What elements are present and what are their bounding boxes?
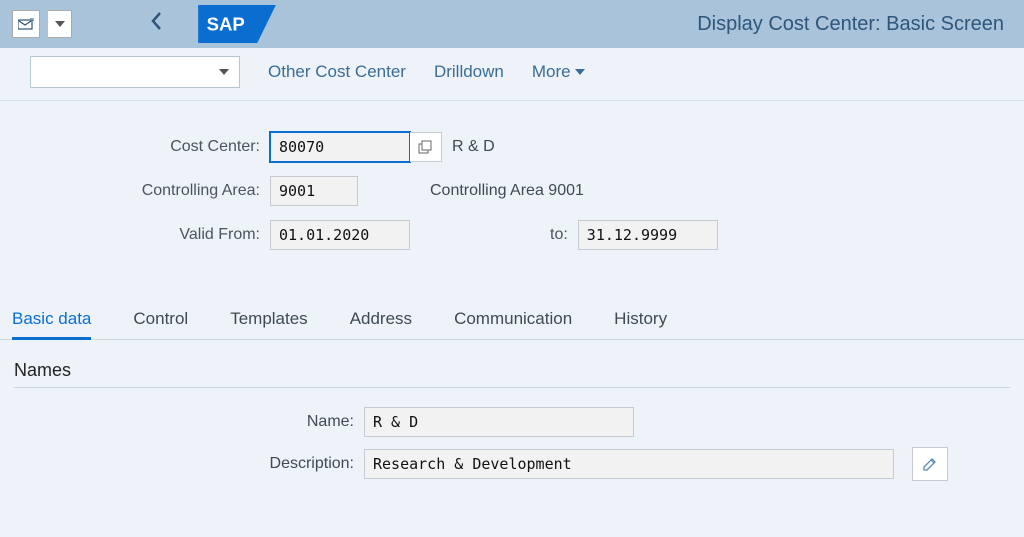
form-area: Cost Center: 80070 R & D Controlling Are… xyxy=(0,101,1024,273)
svg-text:SAP: SAP xyxy=(207,13,245,34)
edit-description-button[interactable] xyxy=(912,447,948,481)
label-valid-to: to: xyxy=(410,226,578,244)
drilldown-link[interactable]: Drilldown xyxy=(434,62,504,82)
text-cost-center: R & D xyxy=(442,138,495,156)
row-controlling-area: Controlling Area: 9001 Controlling Area … xyxy=(30,175,994,207)
label-controlling-area: Controlling Area: xyxy=(30,182,270,200)
input-controlling-area[interactable]: 9001 xyxy=(270,176,358,206)
header-bar: SAP Display Cost Center: Basic Screen xyxy=(0,0,1024,48)
value-help-icon xyxy=(418,140,433,155)
chevron-down-icon xyxy=(575,69,585,75)
label-valid-from: Valid From: xyxy=(30,226,270,244)
page-title: Display Cost Center: Basic Screen xyxy=(697,13,1012,36)
tab-basic-data[interactable]: Basic data xyxy=(12,299,91,339)
tab-history[interactable]: History xyxy=(614,299,667,339)
row-description: Description: Research & Development xyxy=(14,448,1010,480)
value-help-cost-center[interactable] xyxy=(410,132,442,162)
tab-control[interactable]: Control xyxy=(133,299,188,339)
more-menu[interactable]: More xyxy=(532,62,585,82)
input-valid-from[interactable]: 01.01.2020 xyxy=(270,220,410,250)
other-cost-center-link[interactable]: Other Cost Center xyxy=(268,62,406,82)
context-dropdown[interactable] xyxy=(30,56,240,88)
input-valid-to[interactable]: 31.12.9999 xyxy=(578,220,718,250)
header-left: SAP xyxy=(12,5,276,43)
save-dropdown-button[interactable] xyxy=(48,10,72,38)
row-valid-from: Valid From: 01.01.2020 to: 31.12.9999 xyxy=(30,219,994,251)
save-icon xyxy=(18,18,34,30)
toolbar: Other Cost Center Drilldown More xyxy=(0,48,1024,101)
chevron-left-icon xyxy=(150,11,162,31)
back-button[interactable] xyxy=(140,10,172,38)
section-names: Names Name: R & D Description: Research … xyxy=(0,340,1024,480)
label-description: Description: xyxy=(14,455,364,473)
label-name: Name: xyxy=(14,413,364,431)
tabs: Basic data Control Templates Address Com… xyxy=(0,299,1024,340)
more-label: More xyxy=(532,62,571,82)
input-cost-center[interactable]: 80070 xyxy=(270,132,410,162)
input-name[interactable]: R & D xyxy=(364,407,634,437)
input-description[interactable]: Research & Development xyxy=(364,449,894,479)
label-cost-center: Cost Center: xyxy=(30,138,270,156)
text-controlling-area: Controlling Area 9001 xyxy=(358,182,584,200)
tab-communication[interactable]: Communication xyxy=(454,299,572,339)
save-button[interactable] xyxy=(12,10,40,38)
tab-address[interactable]: Address xyxy=(350,299,412,339)
chevron-down-icon xyxy=(55,21,65,27)
row-name: Name: R & D xyxy=(14,406,1010,438)
tab-templates[interactable]: Templates xyxy=(230,299,307,339)
section-title-names: Names xyxy=(14,360,1010,388)
pencil-icon xyxy=(922,456,938,472)
chevron-down-icon xyxy=(219,69,229,75)
row-cost-center: Cost Center: 80070 R & D xyxy=(30,131,994,163)
sap-logo: SAP xyxy=(198,5,276,43)
